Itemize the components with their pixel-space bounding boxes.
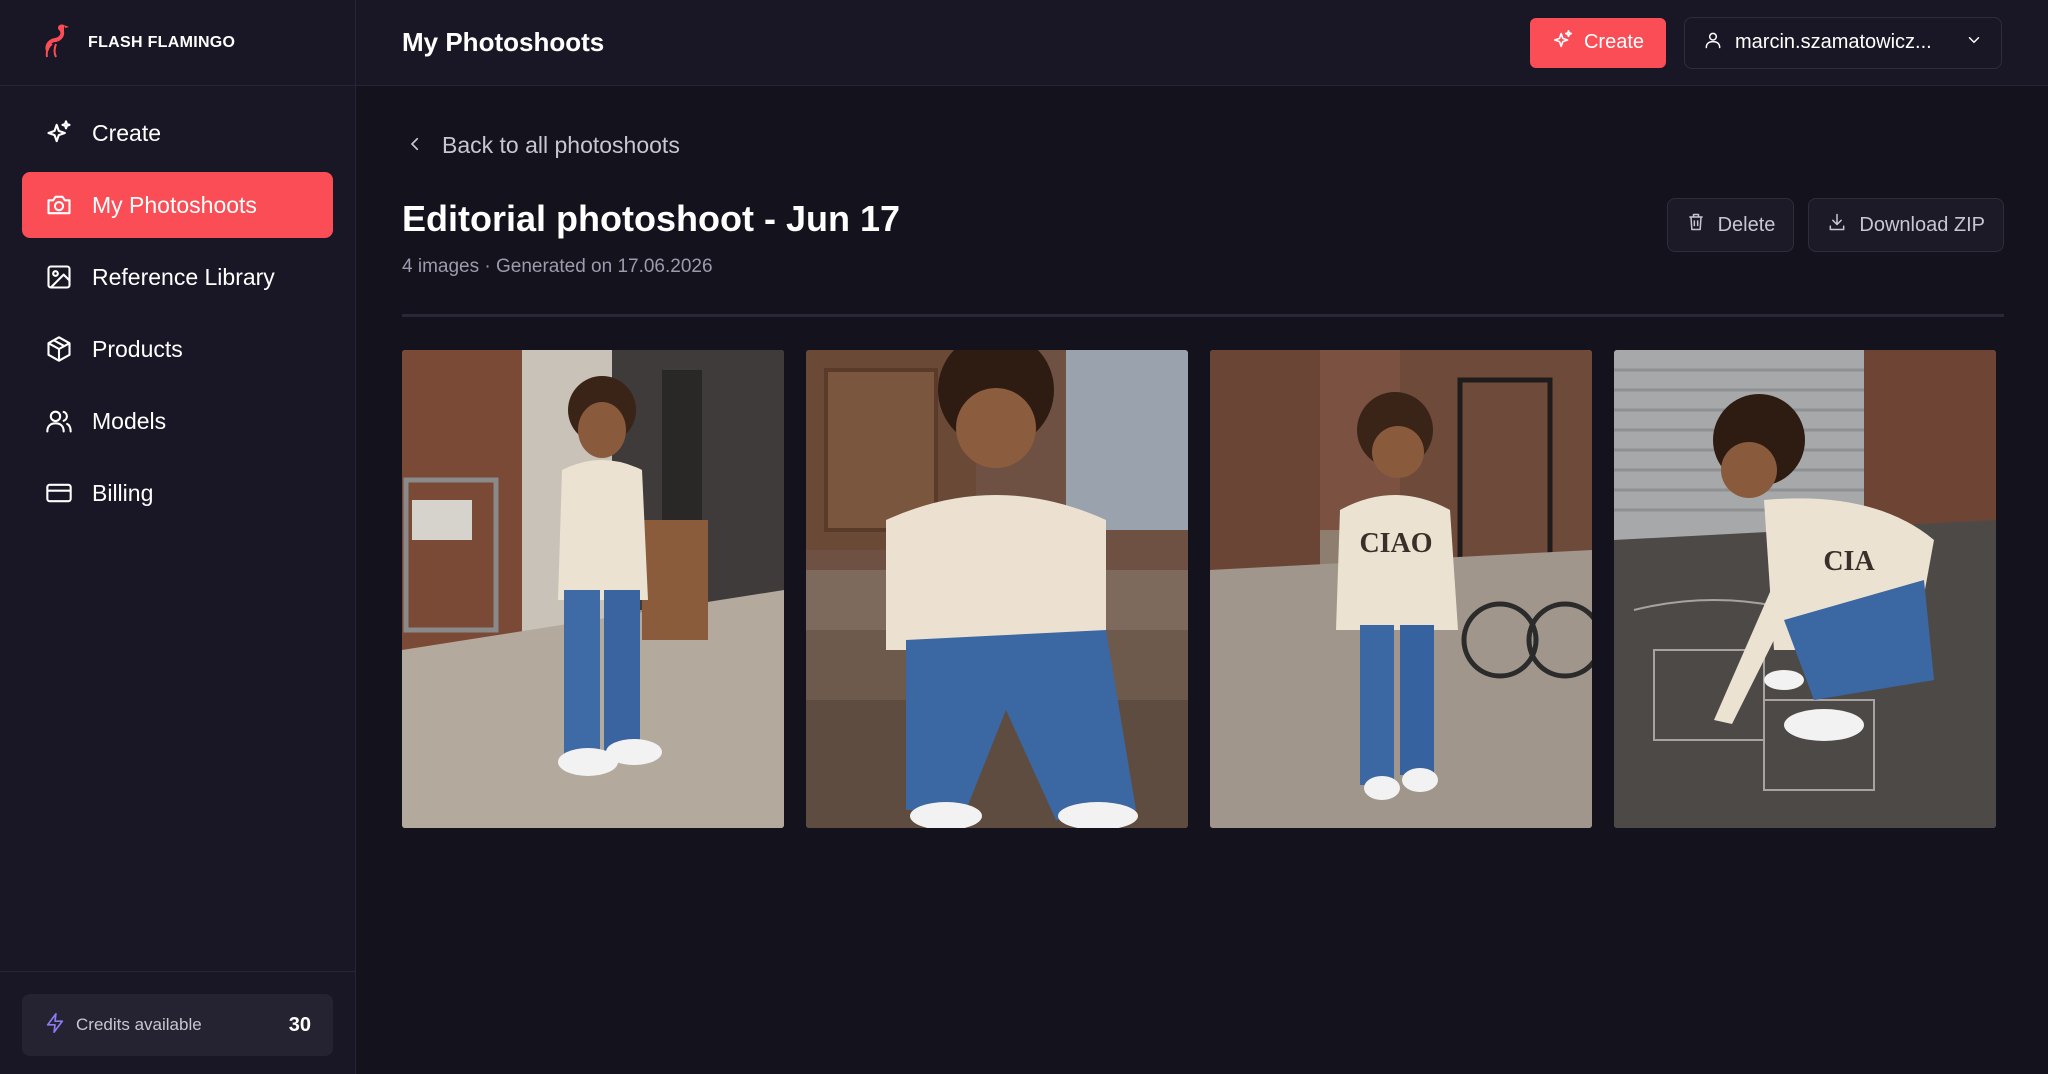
section-divider	[402, 314, 2004, 317]
sidebar-divider	[0, 971, 356, 972]
sidebar-item-label: Products	[92, 335, 183, 362]
sweater-text: CIAO	[1359, 528, 1432, 559]
sidebar-item-reference-library[interactable]: Reference Library	[22, 244, 333, 310]
download-button-label: Download ZIP	[1859, 213, 1985, 236]
photoshoot-title: Editorial photoshoot - Jun 17	[402, 198, 900, 239]
sweater-text: CIA	[1823, 546, 1875, 577]
brand-name: FLASH FLAMINGO	[88, 33, 236, 51]
sidebar-item-billing[interactable]: Billing	[22, 460, 333, 526]
credits-label: Credits available	[76, 1015, 202, 1034]
sidebar-item-label: Billing	[92, 479, 154, 506]
sidebar-item-products[interactable]: Products	[22, 316, 333, 382]
chevron-left-icon	[406, 132, 424, 159]
delete-button-label: Delete	[1717, 213, 1776, 236]
sidebar-item-create[interactable]: Create	[22, 100, 333, 166]
sparkle-icon	[1552, 29, 1574, 57]
credits-value: 30	[288, 1013, 311, 1036]
photo-gallery: CIAO CIA	[402, 350, 1996, 828]
user-name: marcin.szamatowicz...	[1735, 31, 1932, 53]
photoshoot-meta: 4 images · Generated on 17.06.2026	[402, 256, 713, 277]
create-button[interactable]: Create	[1529, 17, 1666, 68]
sparkle-icon	[44, 118, 74, 148]
credit-card-icon	[44, 478, 74, 508]
sidebar-item-label: Create	[92, 119, 162, 146]
flamingo-logo-icon	[38, 19, 80, 66]
photo-4[interactable]: CIA	[1614, 350, 1996, 828]
photo-3[interactable]: CIAO	[1210, 350, 1592, 828]
sidebar-item-label: My Photoshoots	[92, 191, 257, 218]
page-title: My Photoshoots	[402, 27, 605, 57]
delete-button[interactable]: Delete	[1666, 198, 1795, 252]
sidebar-item-my-photoshoots[interactable]: My Photoshoots	[22, 172, 333, 238]
camera-icon	[44, 190, 74, 220]
sidebar-item-label: Reference Library	[92, 263, 275, 290]
trash-icon	[1686, 212, 1706, 238]
photo-image: CIA	[1614, 350, 1996, 828]
chevron-down-icon	[1965, 31, 1983, 55]
top-header: My Photoshoots Create marcin.szamatowicz…	[356, 0, 2048, 86]
download-icon	[1827, 212, 1847, 238]
credits-panel[interactable]: Credits available 30	[22, 994, 333, 1056]
lightning-icon	[44, 1012, 66, 1039]
photo-image	[806, 350, 1188, 828]
back-link-label: Back to all photoshoots	[442, 132, 680, 158]
image-icon	[44, 262, 74, 292]
photo-2[interactable]	[806, 350, 1188, 828]
box-icon	[44, 334, 74, 364]
photo-image: CIAO	[1210, 350, 1592, 828]
sidebar: FLASH FLAMINGO Create My Photoshoots Ref…	[0, 0, 356, 1074]
user-menu-button[interactable]: marcin.szamatowicz...	[1684, 16, 2002, 69]
create-button-label: Create	[1583, 31, 1644, 53]
photo-image	[402, 350, 784, 828]
photo-1[interactable]	[402, 350, 784, 828]
user-icon	[1703, 30, 1723, 56]
main-content: Back to all photoshoots Editorial photos…	[356, 86, 2048, 1074]
sidebar-item-models[interactable]: Models	[22, 388, 333, 454]
back-link[interactable]: Back to all photoshoots	[406, 132, 680, 159]
download-zip-button[interactable]: Download ZIP	[1808, 198, 2004, 252]
app-root: FLASH FLAMINGO Create My Photoshoots Ref…	[0, 0, 2048, 1074]
sidebar-nav: Create My Photoshoots Reference Library …	[0, 86, 355, 526]
sidebar-item-label: Models	[92, 407, 167, 434]
brand[interactable]: FLASH FLAMINGO	[0, 0, 355, 86]
photoshoot-actions: Delete Download ZIP	[1666, 198, 2004, 252]
users-icon	[44, 406, 74, 436]
